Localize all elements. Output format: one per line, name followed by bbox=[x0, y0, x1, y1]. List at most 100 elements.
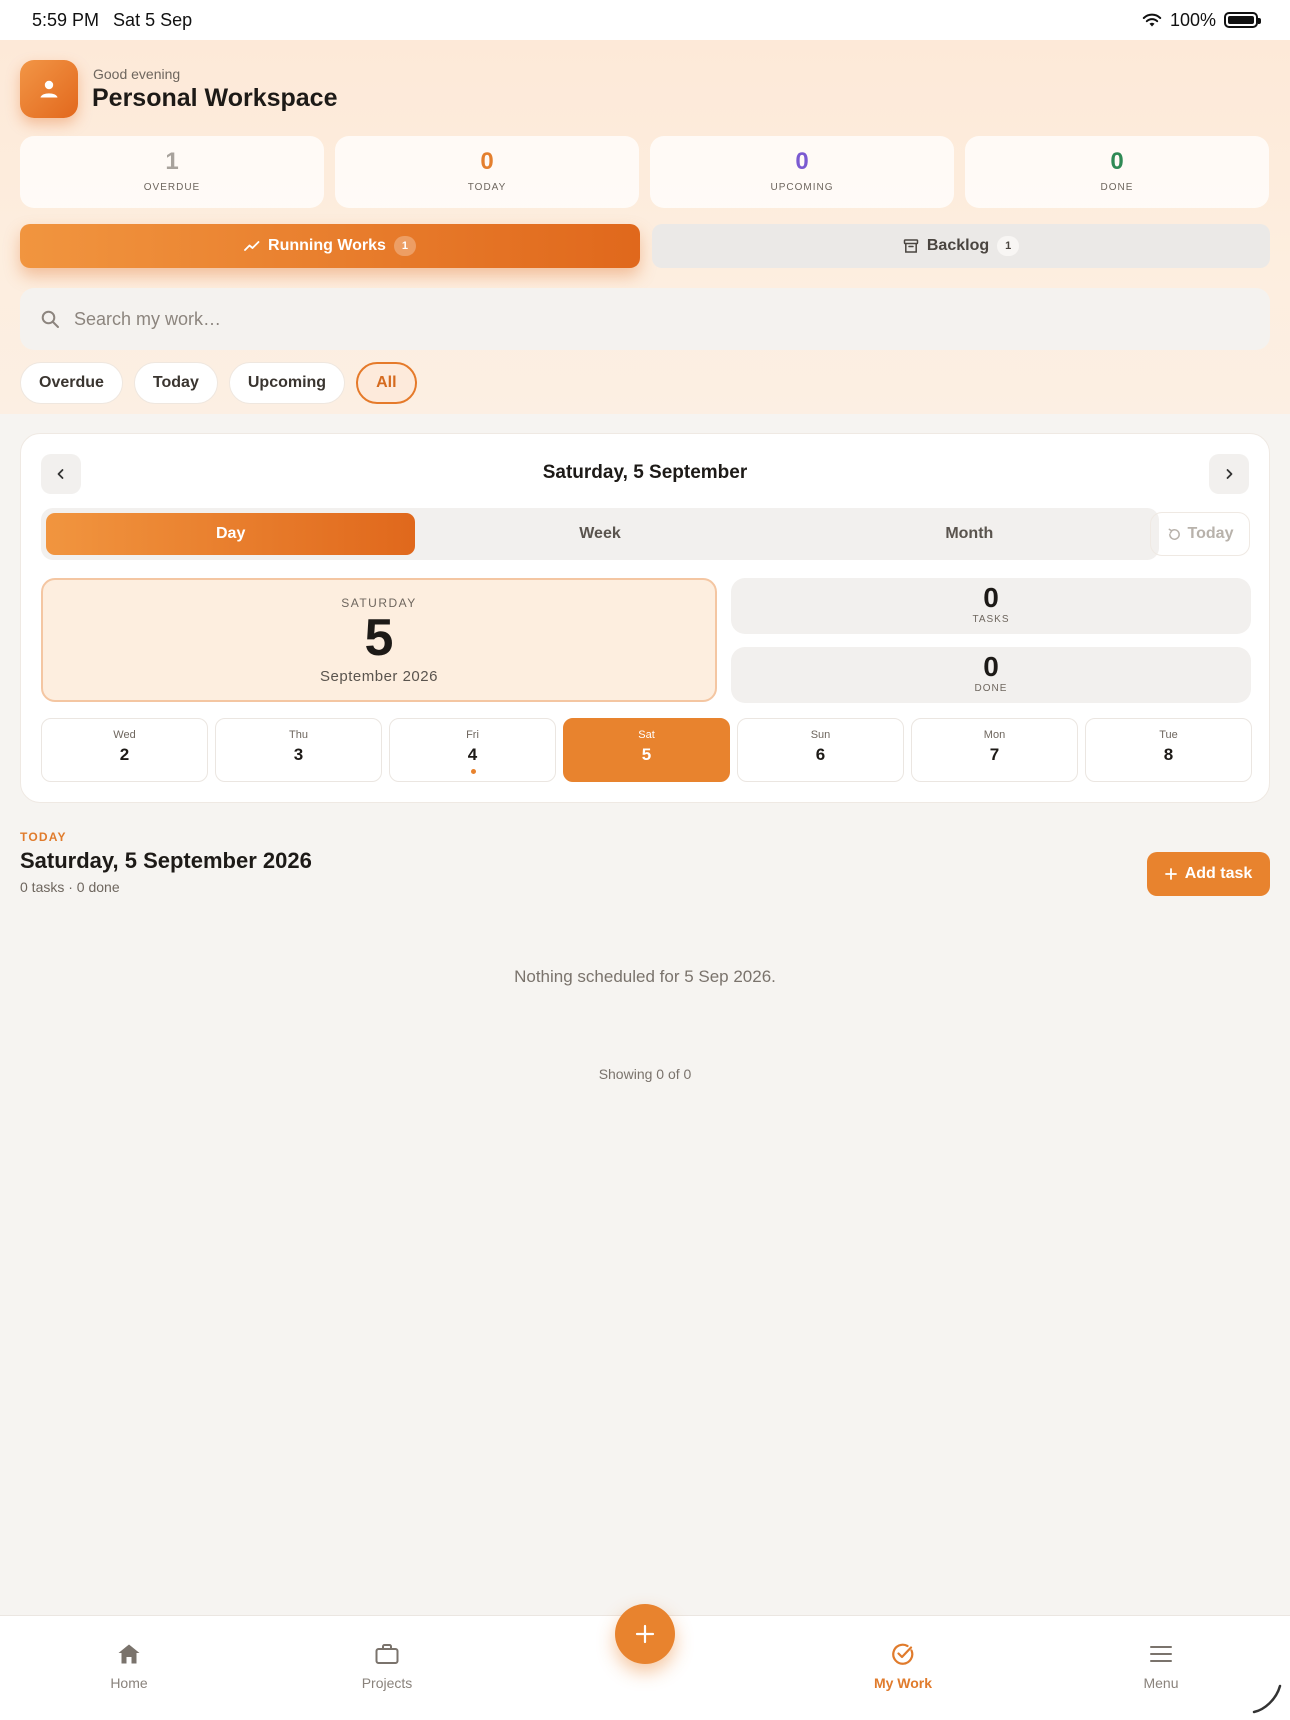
status-bar: 5:59 PM Sat 5 Sep 100% bbox=[0, 0, 1290, 40]
weekday-fri[interactable]: Fri 4 bbox=[389, 718, 556, 782]
tab-projects[interactable]: Projects bbox=[327, 1642, 447, 1691]
status-right: 100% bbox=[1142, 9, 1261, 31]
stat-label: UPCOMING bbox=[770, 182, 834, 193]
done-label: DONE bbox=[974, 683, 1008, 694]
tasks-count-card: 0 TASKS bbox=[731, 578, 1251, 634]
weekday-sat[interactable]: Sat 5 bbox=[563, 718, 730, 782]
chip-today[interactable]: Today bbox=[133, 362, 218, 404]
tab-home[interactable]: Home bbox=[69, 1642, 189, 1691]
empty-state-text: Nothing scheduled for 5 Sep 2026. bbox=[514, 967, 776, 986]
weekday-name: Sun bbox=[810, 729, 831, 741]
tasks-count: 0 bbox=[983, 582, 999, 613]
search-bar bbox=[20, 288, 1270, 350]
tab-label: My Work bbox=[873, 1675, 933, 1691]
add-task-button[interactable]: Add task bbox=[1147, 852, 1270, 896]
menu-icon bbox=[1150, 1646, 1172, 1662]
section-tag: TODAY bbox=[20, 830, 67, 844]
today-button-label: Today bbox=[1187, 525, 1234, 542]
weekday-date: 3 bbox=[293, 745, 304, 764]
weekday-date: 6 bbox=[815, 745, 826, 764]
tab-my-work[interactable]: My Work bbox=[843, 1642, 963, 1691]
tasks-label: TASKS bbox=[972, 614, 1010, 625]
weekday-wed[interactable]: Wed 2 bbox=[41, 718, 208, 782]
week-strip: Wed 2 Thu 3 Fri 4 Sat 5 Sun 6 Mon 7 Tue … bbox=[41, 718, 1252, 782]
status-date: Sat 5 Sep bbox=[113, 9, 193, 30]
weekday-tue[interactable]: Tue 8 bbox=[1085, 718, 1252, 782]
stat-label: TODAY bbox=[467, 182, 507, 193]
header-panel: Good evening Personal Workspace 1 OVERDU… bbox=[0, 40, 1290, 414]
weekday-date: 7 bbox=[989, 745, 1000, 764]
weekday-name: Wed bbox=[113, 729, 136, 741]
chip-all[interactable]: All bbox=[356, 362, 417, 404]
stat-done[interactable]: 0 DONE bbox=[965, 136, 1269, 208]
status-time: 5:59 PM bbox=[32, 9, 100, 30]
weekday-name: Fri bbox=[466, 729, 479, 741]
weekday-name: Mon bbox=[983, 729, 1006, 741]
stat-upcoming[interactable]: 0 UPCOMING bbox=[650, 136, 954, 208]
section-subtitle: 0 tasks · 0 done bbox=[20, 879, 120, 895]
chip-overdue[interactable]: Overdue bbox=[20, 362, 123, 404]
resize-handle-icon[interactable] bbox=[1252, 1684, 1282, 1714]
next-day-button[interactable] bbox=[1209, 454, 1249, 494]
weekday-date: 2 bbox=[119, 745, 130, 764]
selected-day-card: SATURDAY 5 September 2026 bbox=[41, 578, 717, 702]
user-icon bbox=[40, 80, 58, 98]
plus-icon bbox=[635, 1624, 655, 1644]
running-works-tab[interactable]: Running Works 1 bbox=[20, 224, 640, 268]
mode-week[interactable]: Week bbox=[415, 513, 784, 555]
backlog-label: Backlog bbox=[926, 237, 990, 254]
weekday-date: 5 bbox=[641, 745, 652, 764]
trend-icon bbox=[244, 241, 260, 251]
calendar-card: Saturday, 5 September Day Week Month Tod… bbox=[20, 433, 1270, 803]
running-works-label: Running Works bbox=[268, 237, 386, 254]
tab-menu[interactable]: Menu bbox=[1101, 1642, 1221, 1691]
battery-percent: 100% bbox=[1169, 9, 1216, 30]
refresh-icon bbox=[1168, 528, 1180, 540]
backlog-tab[interactable]: Backlog 1 bbox=[652, 224, 1270, 268]
archive-icon bbox=[903, 239, 919, 253]
weekday-name: Tue bbox=[1159, 729, 1178, 741]
stat-label: DONE bbox=[1100, 182, 1134, 193]
mode-month[interactable]: Month bbox=[785, 513, 1154, 555]
stat-label: OVERDUE bbox=[143, 182, 201, 193]
search-input[interactable] bbox=[74, 308, 1174, 330]
mode-day[interactable]: Day bbox=[46, 513, 416, 555]
stat-value: 0 bbox=[1110, 148, 1124, 175]
chevron-right-icon bbox=[1226, 469, 1233, 479]
today-button[interactable]: Today bbox=[1150, 512, 1250, 556]
filter-chips: Overdue Today Upcoming All bbox=[20, 362, 417, 404]
workspace-title: Personal Workspace bbox=[92, 84, 338, 112]
backlog-count: 1 bbox=[997, 236, 1020, 256]
selected-weekday: SATURDAY bbox=[341, 596, 417, 610]
add-task-label: Add task bbox=[1184, 865, 1253, 882]
greeting-text: Good evening bbox=[93, 66, 181, 82]
stat-value: 0 bbox=[480, 148, 494, 175]
home-icon bbox=[118, 1644, 140, 1664]
avatar[interactable] bbox=[20, 60, 78, 118]
section-title: Saturday, 5 September 2026 bbox=[20, 848, 312, 873]
plus-icon bbox=[1164, 868, 1177, 880]
add-fab-button[interactable] bbox=[615, 1604, 675, 1664]
stat-value: 1 bbox=[165, 148, 179, 175]
check-circle-icon bbox=[892, 1643, 914, 1665]
weekday-name: Thu bbox=[289, 729, 308, 741]
showing-count: Showing 0 of 0 bbox=[598, 1066, 692, 1082]
weekday-sun[interactable]: Sun 6 bbox=[737, 718, 904, 782]
mode-segmented-control: Day Week Month bbox=[41, 508, 1159, 560]
calendar-title: Saturday, 5 September bbox=[542, 462, 748, 483]
briefcase-icon bbox=[375, 1644, 399, 1664]
selected-day-number: 5 bbox=[364, 609, 394, 667]
weekday-name: Sat bbox=[638, 729, 655, 741]
weekday-thu[interactable]: Thu 3 bbox=[215, 718, 382, 782]
stat-overdue[interactable]: 1 OVERDUE bbox=[20, 136, 324, 208]
stat-today[interactable]: 0 TODAY bbox=[335, 136, 639, 208]
weekday-date: 4 bbox=[467, 745, 478, 764]
stats-row: 1 OVERDUE 0 TODAY 0 UPCOMING 0 DONE bbox=[20, 136, 1269, 208]
weekday-mon[interactable]: Mon 7 bbox=[911, 718, 1078, 782]
view-tabs: Running Works 1 Backlog 1 bbox=[20, 224, 1270, 268]
done-count-card: 0 DONE bbox=[731, 647, 1251, 703]
search-icon bbox=[41, 310, 59, 328]
chip-upcoming[interactable]: Upcoming bbox=[228, 362, 346, 404]
running-works-count: 1 bbox=[393, 236, 416, 256]
wifi-icon bbox=[1142, 13, 1162, 27]
